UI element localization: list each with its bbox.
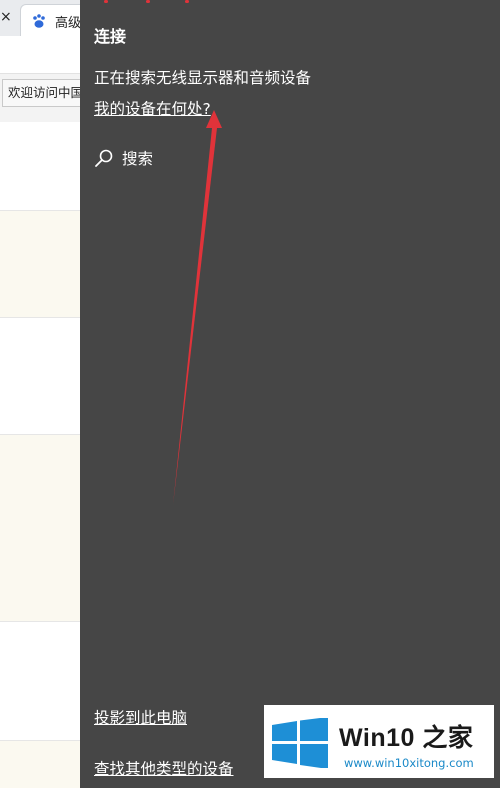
content-row <box>0 622 80 741</box>
where-is-my-device-link[interactable]: 我的设备在何处? <box>94 97 211 119</box>
baidu-paw-icon <box>33 14 45 28</box>
annotation-dot <box>185 0 189 3</box>
watermark-site: www.win10xitong.com <box>344 756 474 770</box>
tab-title: 高级 <box>55 16 80 31</box>
search-button[interactable]: 搜索 <box>94 145 153 171</box>
watermark: Win10 之家 www.win10xitong.com <box>264 705 494 778</box>
search-icon <box>95 149 113 167</box>
watermark-title: Win10 之家 <box>339 724 474 752</box>
content-row <box>0 211 80 318</box>
bookmarks-bar: 欢迎访问中国 <box>0 74 80 123</box>
content-row <box>0 741 80 788</box>
content-row <box>0 435 80 622</box>
browser-tab[interactable]: 高级 <box>20 4 80 37</box>
content-row <box>0 122 80 211</box>
find-other-devices-link[interactable]: 查找其他类型的设备 <box>94 757 234 779</box>
panel-title: 连接 <box>94 27 127 46</box>
connect-panel: 连接 正在搜索无线显示器和音频设备 我的设备在何处? 搜索 投影到此电脑 查找其… <box>80 0 500 788</box>
windows-logo-icon <box>272 718 328 768</box>
annotation-dot <box>146 0 150 3</box>
close-icon[interactable]: × <box>0 9 12 25</box>
bookmark-item[interactable]: 欢迎访问中国 <box>2 79 80 107</box>
project-to-this-pc-link[interactable]: 投影到此电脑 <box>94 706 187 728</box>
annotation-dot <box>104 0 108 3</box>
search-label: 搜索 <box>122 150 154 168</box>
address-bar[interactable] <box>0 36 80 74</box>
searching-status: 正在搜索无线显示器和音频设备 <box>94 69 312 87</box>
content-row <box>0 318 80 435</box>
tab-strip: × 高级 <box>0 0 80 37</box>
browser-window: × 高级 欢迎访问中国 <box>0 0 80 788</box>
